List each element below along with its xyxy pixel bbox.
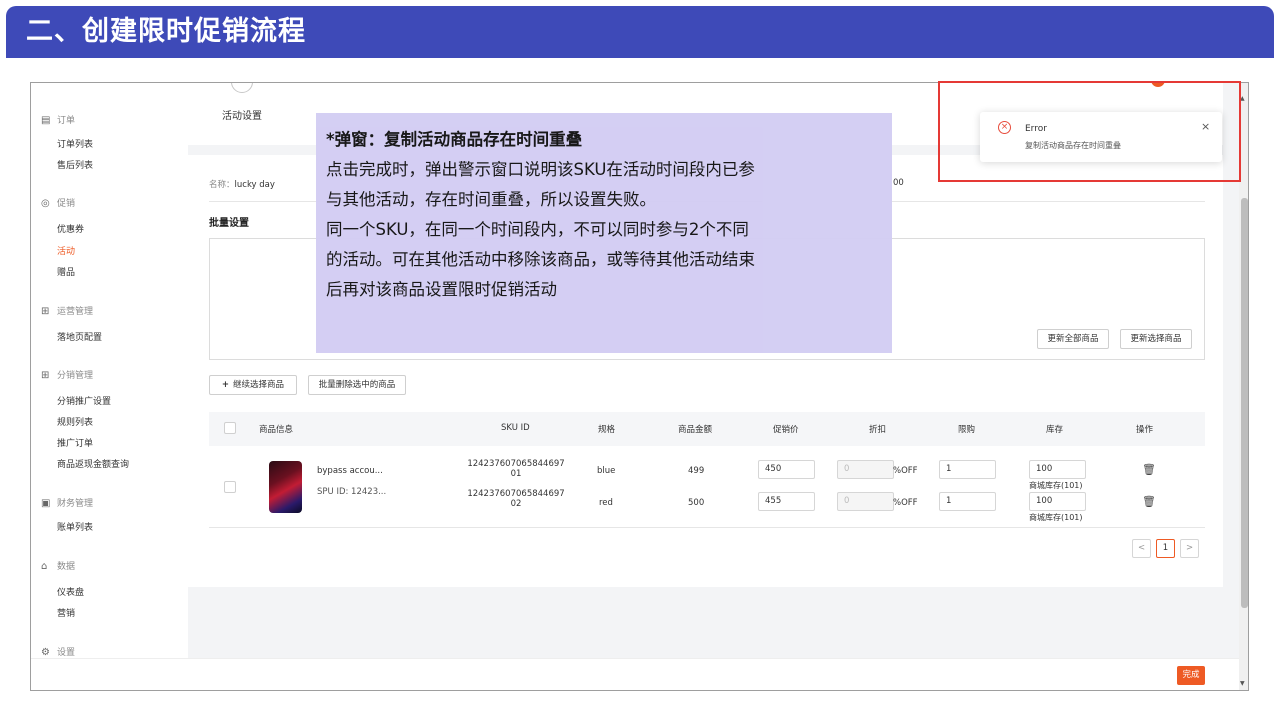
tag-icon: ◎: [41, 198, 50, 209]
update-selected-products-button[interactable]: 更新选择商品: [1120, 329, 1192, 349]
sku-price: 500: [688, 498, 705, 508]
ledger-icon: ▣: [41, 498, 51, 509]
pagination-prev-button[interactable]: <: [1132, 539, 1151, 558]
step-activity-settings: 活动设置: [222, 111, 262, 122]
sku-id: 124237607065844697 02: [467, 489, 565, 509]
stock-note: 商城库存(101): [1029, 513, 1083, 522]
column-limit: 限购: [958, 425, 976, 435]
stock-input[interactable]: 100: [1029, 492, 1086, 511]
column-discount: 折扣: [869, 425, 887, 435]
sidebar-item-landing-page[interactable]: 落地页配置: [57, 330, 102, 343]
callout-line: 后再对该商品设置限时促销活动: [326, 280, 557, 299]
clipboard-icon: ▤: [41, 115, 51, 126]
activity-name: 名称：lucky day: [209, 180, 275, 190]
sidebar-item-activities[interactable]: 活动: [57, 244, 75, 257]
column-price: 商品金额: [678, 425, 713, 435]
sku-spec: blue: [597, 466, 616, 476]
column-spec: 规格: [598, 425, 616, 435]
column-stock: 库存: [1046, 425, 1064, 435]
trash-icon[interactable]: 🗑: [1142, 463, 1156, 476]
discount-unit: %OFF: [893, 466, 918, 476]
pagination-page-1[interactable]: 1: [1156, 539, 1175, 558]
highlight-frame: [938, 81, 1241, 182]
sidebar-item-bills[interactable]: 账单列表: [57, 520, 93, 533]
callout-title: *弹窗：复制活动商品存在时间重叠: [326, 130, 583, 149]
select-all-checkbox[interactable]: [224, 422, 236, 434]
column-promo-price: 促销价: [773, 425, 799, 435]
sidebar-item-promo-orders[interactable]: 推广订单: [57, 436, 93, 449]
callout-line: 点击完成时，弹出警示窗口说明该SKU在活动时间段内已参: [326, 160, 755, 179]
plus-icon: +: [221, 380, 230, 390]
sidebar-item-rules[interactable]: 规则列表: [57, 415, 93, 428]
sidebar-item-dashboard[interactable]: 仪表盘: [57, 585, 84, 598]
sidebar-group-data[interactable]: ⌂ 数据: [41, 559, 75, 572]
scroll-down-arrow-icon[interactable]: ▼: [1240, 680, 1245, 687]
sidebar: ▤ 订单 订单列表 售后列表 ◎ 促销 优惠券 活动 赠品 ⊞ 运营管理 落地页配置 …: [31, 83, 188, 658]
sku-spec: red: [599, 498, 613, 508]
product-spu: SPU ID: 12423...: [317, 487, 387, 497]
discount-input[interactable]: 0: [837, 492, 894, 511]
continue-select-products-button[interactable]: + 继续选择商品: [209, 375, 297, 395]
discount-input[interactable]: 0: [837, 460, 894, 479]
purchase-limit-input[interactable]: 1: [939, 492, 996, 511]
grid-icon: ⊞: [41, 370, 50, 381]
chart-icon: ⌂: [41, 561, 48, 572]
sidebar-item-coupons[interactable]: 优惠券: [57, 222, 84, 235]
sidebar-group-operations[interactable]: ⊞ 运营管理: [41, 304, 93, 317]
sidebar-item-order-list[interactable]: 订单列表: [57, 137, 93, 150]
product-thumbnail: [269, 461, 302, 513]
scrollbar-thumb[interactable]: [1241, 198, 1248, 608]
pagination-next-button[interactable]: >: [1180, 539, 1199, 558]
column-product-info: 商品信息: [259, 425, 294, 435]
activity-time-tail: 00: [893, 178, 904, 188]
sidebar-item-after-sales[interactable]: 售后列表: [57, 158, 93, 171]
done-button[interactable]: 完成: [1177, 666, 1205, 685]
column-sku-id: SKU ID: [501, 423, 530, 433]
gear-icon: ⚙: [41, 647, 50, 658]
callout-line: 的活动。可在其他活动中移除该商品，或等待其他活动结束: [326, 250, 755, 269]
batch-settings-title: 批量设置: [209, 218, 249, 229]
sidebar-group-distribution[interactable]: ⊞ 分销管理: [41, 368, 93, 381]
sidebar-item-gifts[interactable]: 赠品: [57, 265, 75, 278]
grid-icon: ⊞: [41, 306, 50, 317]
product-name[interactable]: bypass accou...: [317, 466, 383, 476]
slide-title-banner: 二、创建限时促销流程: [6, 6, 1274, 58]
sidebar-group-orders[interactable]: ▤ 订单: [41, 113, 75, 126]
sidebar-group-settings[interactable]: ⚙ 设置: [41, 645, 75, 658]
batch-delete-selected-button[interactable]: 批量删除选中的商品: [308, 375, 406, 395]
sku-id: 124237607065844697 01: [467, 459, 565, 479]
column-actions: 操作: [1136, 425, 1154, 435]
sidebar-item-distribution-settings[interactable]: 分销推广设置: [57, 394, 111, 407]
sidebar-item-cashback-query[interactable]: 商品返现金额查询: [57, 457, 129, 470]
annotation-callout: *弹窗：复制活动商品存在时间重叠 点击完成时，弹出警示窗口说明该SKU在活动时间…: [316, 113, 892, 353]
sidebar-group-promotion[interactable]: ◎ 促销: [41, 196, 75, 209]
discount-unit: %OFF: [893, 498, 918, 508]
promo-price-input[interactable]: 455: [758, 492, 815, 511]
stock-input[interactable]: 100: [1029, 460, 1086, 479]
callout-line: 同一个SKU，在同一个时间段内，不可以同时参与2个不同: [326, 220, 749, 239]
divider: [209, 527, 1205, 528]
update-all-products-button[interactable]: 更新全部商品: [1037, 329, 1109, 349]
row-checkbox[interactable]: [224, 481, 236, 493]
footer-bar: [31, 658, 1248, 690]
slide-title: 二、创建限时促销流程: [26, 16, 306, 47]
sidebar-group-finance[interactable]: ▣ 财务管理: [41, 496, 93, 509]
trash-icon[interactable]: 🗑: [1142, 495, 1156, 508]
sidebar-item-marketing[interactable]: 营销: [57, 606, 75, 619]
stock-note: 商城库存(101): [1029, 481, 1083, 490]
callout-line: 与其他活动，存在时间重叠，所以设置失败。: [326, 190, 656, 209]
promo-price-input[interactable]: 450: [758, 460, 815, 479]
sku-price: 499: [688, 466, 705, 476]
purchase-limit-input[interactable]: 1: [939, 460, 996, 479]
